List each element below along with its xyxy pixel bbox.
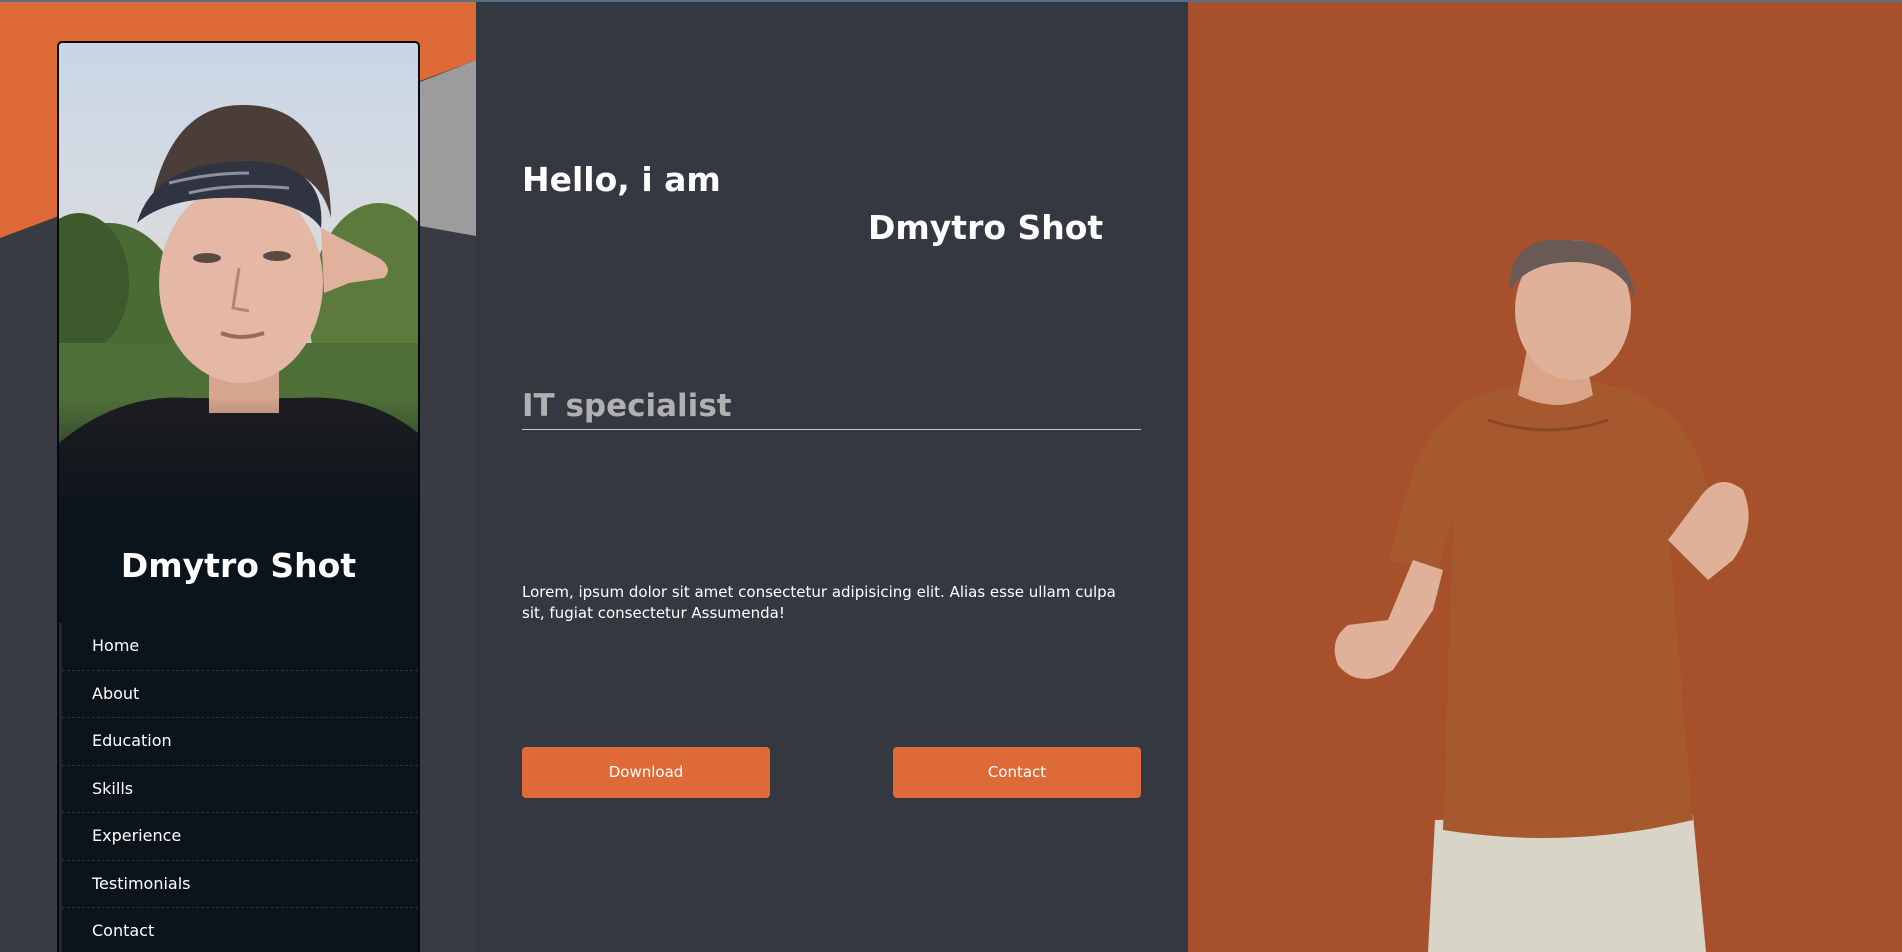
hero-name: Dmytro Shot bbox=[868, 208, 1104, 247]
nav-item-skills[interactable]: Skills bbox=[62, 766, 418, 813]
nav-item-contact[interactable]: Contact bbox=[62, 908, 418, 952]
nav-item-about[interactable]: About bbox=[62, 671, 418, 718]
nav-item-education[interactable]: Education bbox=[62, 718, 418, 766]
profile-photo bbox=[59, 43, 418, 516]
person-portrait-image bbox=[1334, 239, 1749, 952]
download-button[interactable]: Download bbox=[522, 747, 770, 798]
nav-item-experience[interactable]: Experience bbox=[62, 813, 418, 861]
hero-greeting: Hello, i am bbox=[522, 160, 721, 199]
hero-section: Hello, i am Dmytro Shot IT specialist Lo… bbox=[476, 0, 1188, 952]
top-border-line bbox=[0, 0, 1902, 2]
profile-card: Dmytro Shot Home About Education Skills … bbox=[57, 41, 420, 952]
hero-description: Lorem, ipsum dolor sit amet consectetur … bbox=[522, 583, 1116, 622]
nav-item-home[interactable]: Home bbox=[62, 623, 418, 671]
nav-item-testimonials[interactable]: Testimonials bbox=[62, 861, 418, 908]
hero-image-panel bbox=[1188, 0, 1902, 952]
sidebar-profile-name: Dmytro Shot bbox=[120, 546, 357, 585]
contact-button[interactable]: Contact bbox=[893, 747, 1141, 798]
left-sidebar-area: Dmytro Shot Home About Education Skills … bbox=[0, 0, 476, 952]
hero-role: IT specialist bbox=[522, 388, 1141, 430]
sidebar-nav: Home About Education Skills Experience T… bbox=[59, 623, 418, 952]
